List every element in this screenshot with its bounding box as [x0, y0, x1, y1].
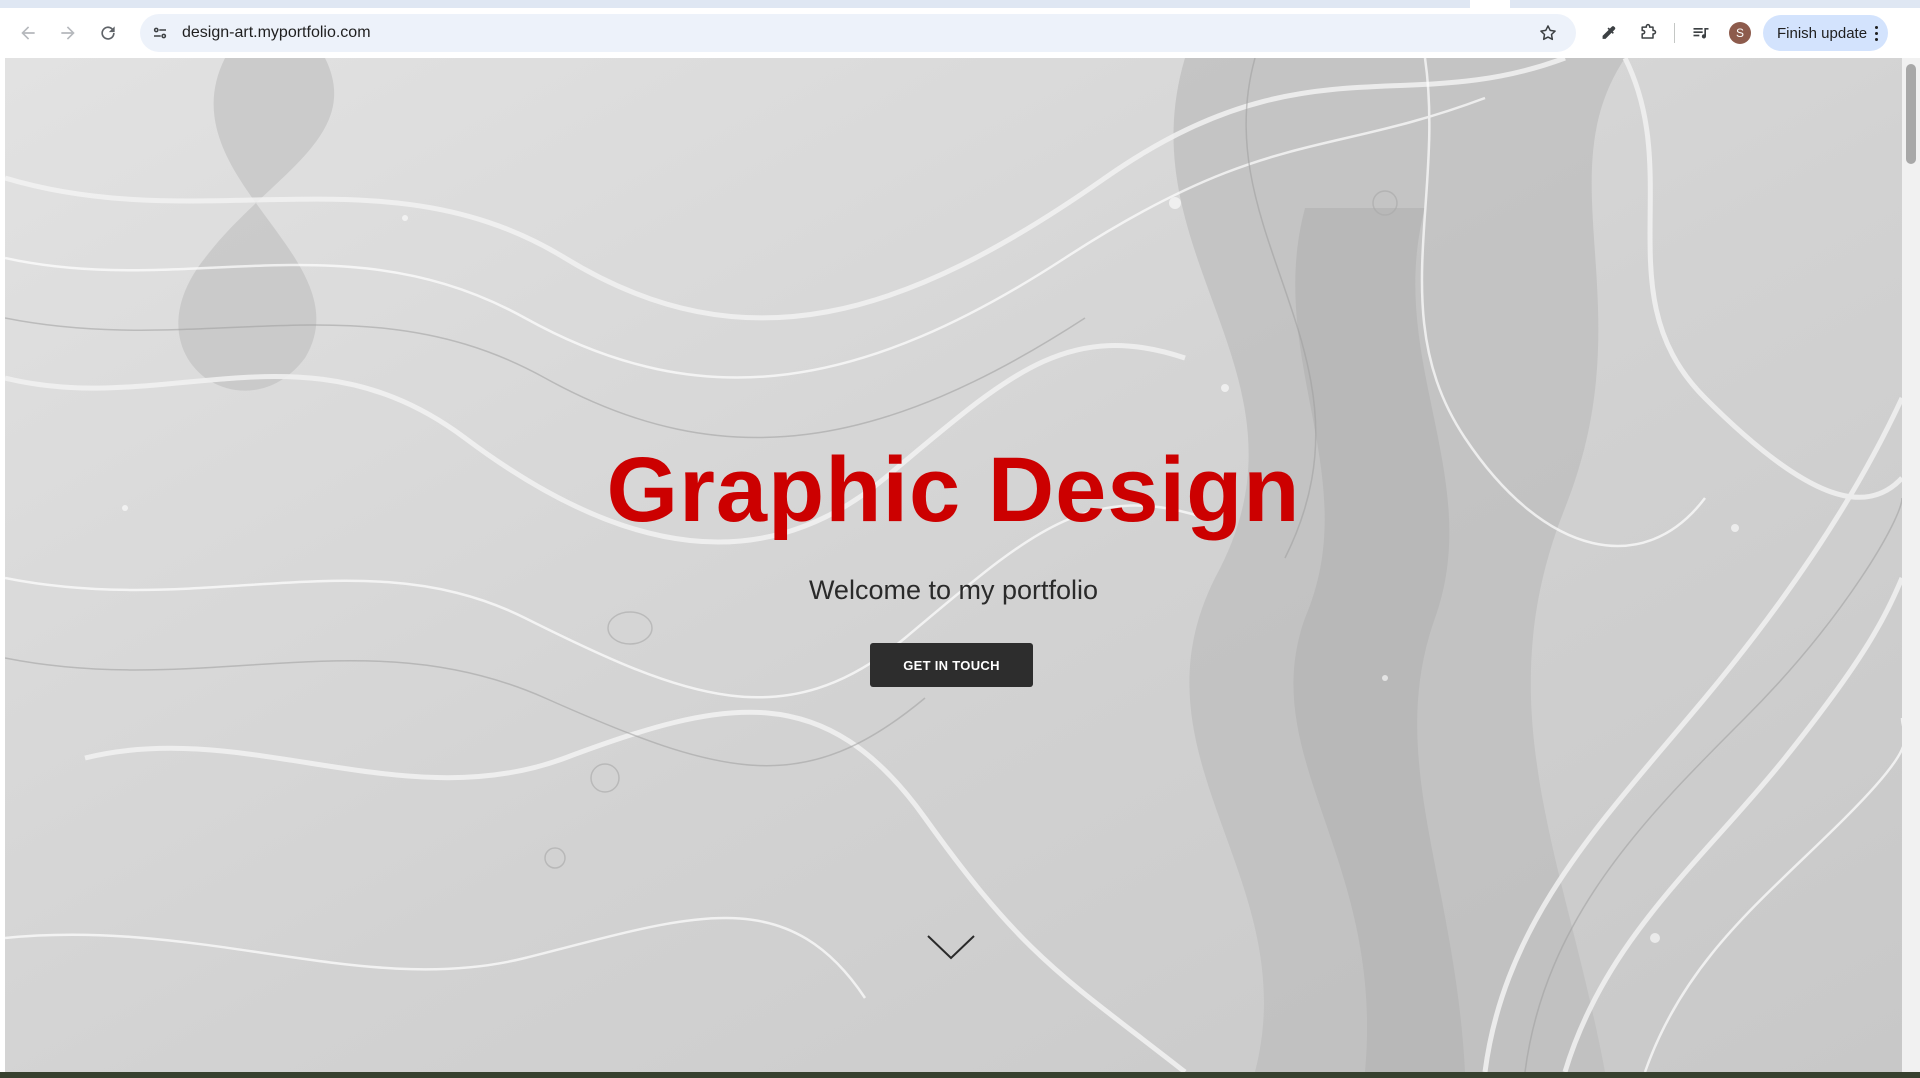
reload-button[interactable] [88, 13, 128, 53]
scroll-down-chevron-icon[interactable] [926, 934, 976, 960]
page-scrollbar[interactable] [1902, 58, 1920, 1072]
back-button[interactable] [8, 13, 48, 53]
extensions-puzzle-icon[interactable] [1628, 13, 1668, 53]
hero-section: Graphic Design Welcome to my portfolio G… [5, 58, 1902, 1072]
desktop-background-strip [0, 1072, 1920, 1078]
arrow-left-icon [21, 26, 35, 40]
page-viewport: Graphic Design Welcome to my portfolio G… [5, 58, 1902, 1072]
active-tab[interactable] [1470, 0, 1510, 8]
hero-subtitle: Welcome to my portfolio [808, 575, 1099, 605]
hero-title: Graphic Design [606, 439, 1301, 541]
reload-icon [101, 26, 115, 40]
profile-avatar[interactable]: S [1729, 22, 1751, 44]
browser-window: design-art.myportfolio.com S Finish upda… [0, 0, 1920, 1072]
bookmark-star-icon[interactable] [1530, 15, 1566, 51]
kebab-menu-icon [1875, 25, 1879, 41]
toolbar-divider [1674, 23, 1675, 43]
get-in-touch-button[interactable]: GET IN TOUCH [870, 643, 1033, 687]
scrollbar-thumb[interactable] [1906, 64, 1916, 164]
toolbar-actions: S Finish update [1588, 8, 1889, 58]
browser-toolbar: design-art.myportfolio.com S Finish upda… [0, 8, 1920, 58]
address-bar[interactable]: design-art.myportfolio.com [140, 14, 1576, 52]
finish-update-button[interactable]: Finish update [1763, 15, 1889, 51]
finish-update-label: Finish update [1777, 24, 1868, 42]
forward-button[interactable] [48, 13, 88, 53]
media-queue-icon[interactable] [1681, 13, 1721, 53]
tab-strip [0, 0, 1920, 8]
arrow-right-icon [61, 26, 75, 40]
site-info-icon[interactable] [142, 15, 178, 51]
eyedropper-extension-icon[interactable] [1588, 13, 1628, 53]
url-text[interactable]: design-art.myportfolio.com [182, 24, 1530, 42]
